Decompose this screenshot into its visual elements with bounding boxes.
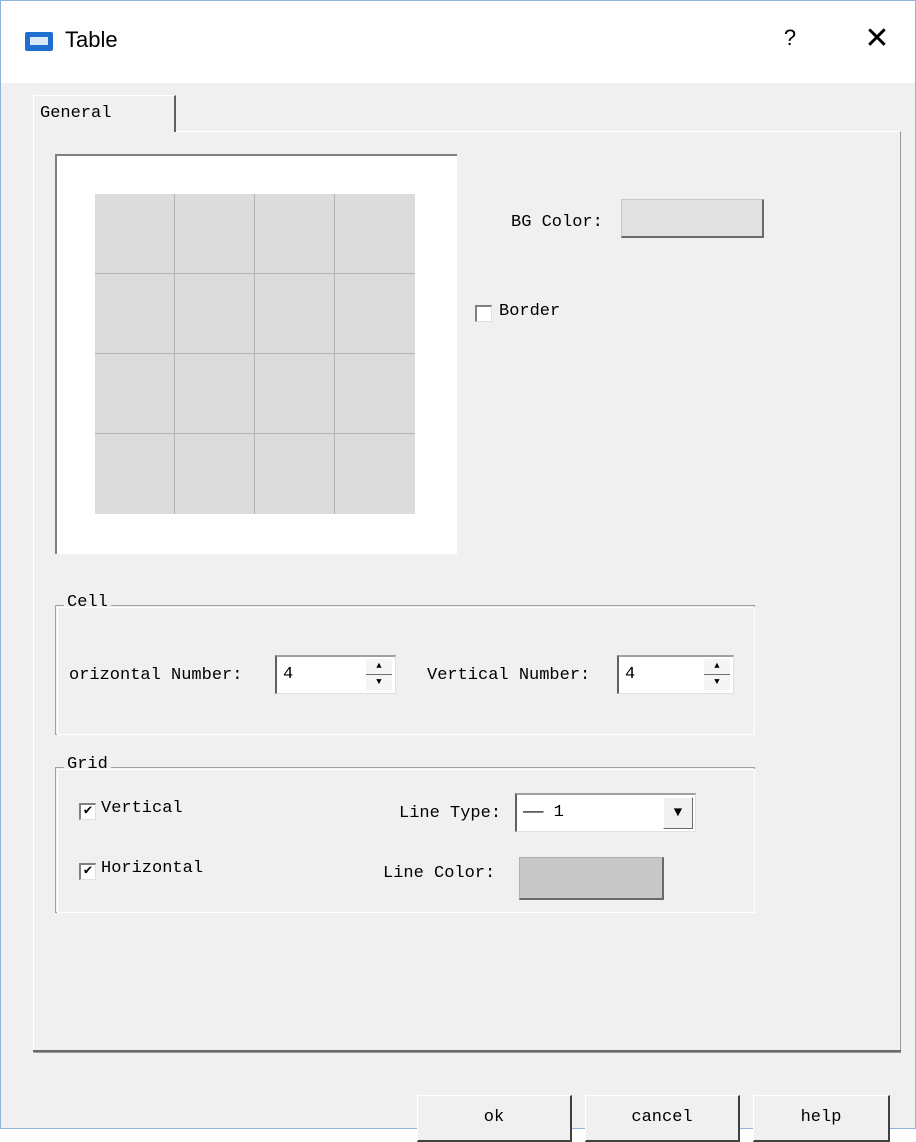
check-icon: ✔ [83,863,93,879]
cell-group-legend: Cell [64,593,111,612]
help-button[interactable]: help [753,1095,890,1142]
horizontal-number-stepper[interactable]: 4 ▲ ▼ [275,655,396,694]
preview-cell [335,354,415,434]
preview-cell [255,354,335,434]
table-preview [55,154,457,554]
table-dialog: Table ? ✕ General BG Color: Border Cell … [0,0,916,1142]
help-title-button[interactable]: ? [777,25,803,55]
preview-cell [175,274,255,354]
preview-cell [95,274,175,354]
tab-general-label: General [40,104,112,123]
vertical-number-label: Vertical Number: [427,666,591,685]
line-color-button[interactable] [519,857,664,900]
vertical-number-value[interactable]: 4 [625,665,635,684]
grid-vertical-checkbox[interactable]: ✔ [79,803,96,820]
preview-cell [175,434,255,514]
preview-cell [175,194,255,274]
line-type-value: —— 1 [523,803,564,822]
border-checkbox[interactable] [475,305,492,322]
preview-cell [95,354,175,434]
grid-horizontal-label[interactable]: Horizontal [101,859,203,878]
check-icon: ✔ [83,803,93,819]
preview-cell [95,434,175,514]
spin-down-icon[interactable]: ▼ [704,675,730,690]
horizontal-spin-buttons: ▲ ▼ [366,659,392,691]
line-type-label: Line Type: [399,804,502,823]
grid-group-legend: Grid [64,755,111,774]
title-bar: Table ? ✕ [1,1,915,83]
dialog-title: Table [65,27,118,52]
preview-cell [175,354,255,434]
preview-cell [255,274,335,354]
preview-cell [95,194,175,274]
dialog-body: General BG Color: Border Cell orizontal … [11,83,915,1142]
close-icon[interactable]: ✕ [861,21,893,57]
border-label[interactable]: Border [499,302,560,321]
preview-cell [335,274,415,354]
chevron-down-icon[interactable]: ▼ [663,797,693,829]
spin-down-icon[interactable]: ▼ [366,675,392,690]
tab-panel-divider [33,1050,901,1052]
preview-cell [255,194,335,274]
line-color-label: Line Color: [383,864,496,883]
spin-up-icon[interactable]: ▲ [704,659,730,675]
horizontal-number-label: orizontal Number: [69,666,243,685]
preview-cell [335,434,415,514]
line-type-select[interactable]: —— 1 ▼ [515,793,696,832]
preview-grid [95,194,415,514]
vertical-spin-buttons: ▲ ▼ [704,659,730,691]
cancel-button[interactable]: cancel [585,1095,740,1142]
preview-cell [255,434,335,514]
tab-general[interactable]: General [33,95,176,132]
horizontal-number-value[interactable]: 4 [283,665,293,684]
bg-color-button[interactable] [621,199,764,238]
preview-cell [335,194,415,274]
grid-horizontal-checkbox[interactable]: ✔ [79,863,96,880]
app-icon [25,32,53,51]
vertical-number-stepper[interactable]: 4 ▲ ▼ [617,655,734,694]
bg-color-label: BG Color: [511,213,603,232]
ok-button[interactable]: ok [417,1095,572,1142]
spin-up-icon[interactable]: ▲ [366,659,392,675]
grid-vertical-label[interactable]: Vertical [101,799,183,818]
